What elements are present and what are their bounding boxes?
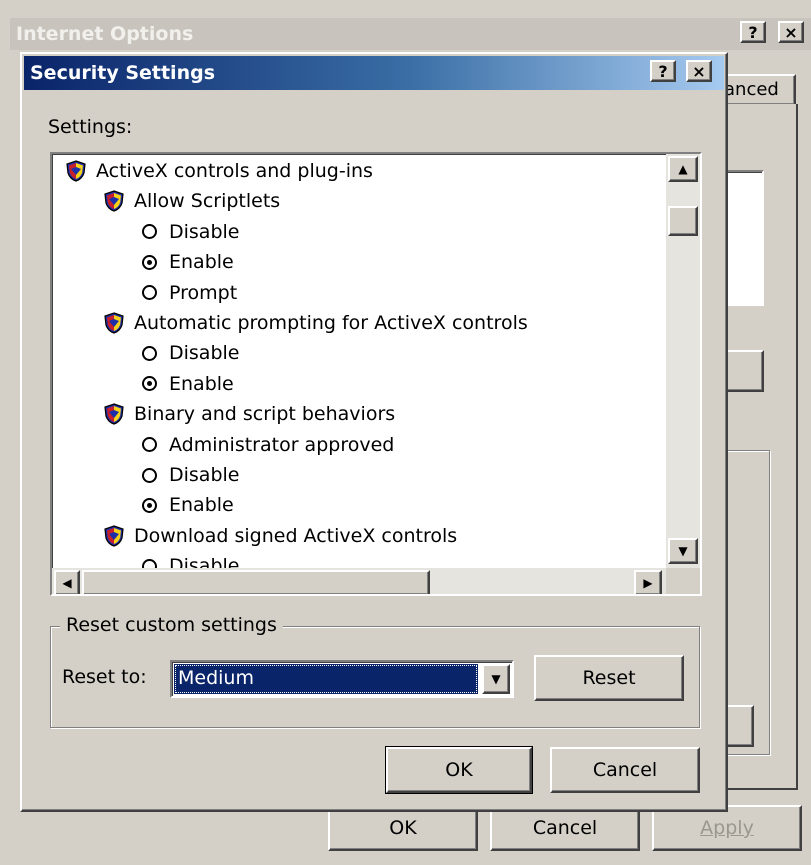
tree-item-label: Administrator approved (169, 433, 395, 456)
select-value: Medium (178, 667, 254, 689)
tree-item[interactable]: Allow Scriptlets (104, 186, 280, 216)
scroll-down-arrow[interactable]: ▼ (668, 538, 698, 564)
radio-option[interactable]: Disable (142, 338, 239, 368)
tree-item-label: Disable (169, 464, 240, 486)
tree-item[interactable]: ActiveX controls and plug-ins (66, 156, 373, 186)
security-shield-icon (104, 312, 124, 334)
chevron-down-icon: ▼ (491, 672, 501, 686)
dialog-help-button[interactable]: ? (650, 60, 676, 82)
vertical-scrollbar[interactable]: ▲ ▼ (666, 154, 700, 568)
radio-checked-icon[interactable] (142, 376, 157, 392)
security-shield-icon (66, 160, 86, 182)
radio-checked-icon[interactable] (142, 254, 157, 270)
tree-item-label: Disable (169, 555, 240, 568)
outer-help-button[interactable]: ? (740, 21, 766, 43)
tree-item-label: Disable (169, 342, 240, 365)
tree-item-label: Disable (169, 220, 240, 243)
dropdown-arrow-button[interactable]: ▼ (482, 664, 510, 694)
dialog-title-bar: Security Settings (24, 56, 724, 90)
security-shield-icon (104, 525, 124, 547)
reset-to-label: Reset to: (62, 666, 147, 688)
scrollbar-corner (666, 568, 700, 594)
dialog-close-button[interactable]: × (686, 60, 712, 82)
tree-item-label: Binary and script behaviors (134, 403, 396, 426)
tree-item[interactable]: Binary and script behaviors (104, 399, 395, 429)
reset-button[interactable]: Reset (534, 655, 684, 701)
dialog-title: Security Settings (30, 62, 216, 84)
radio-option[interactable]: Prompt (142, 278, 237, 308)
radio-unchecked-icon[interactable] (142, 345, 157, 361)
scroll-left-arrow[interactable]: ◀ (54, 570, 80, 594)
tree-item-label: Prompt (169, 281, 238, 304)
radio-option[interactable]: Enable (142, 247, 234, 277)
radio-option[interactable]: Enable (142, 490, 234, 520)
select-highlight: Medium (174, 664, 478, 694)
reset-group-legend: Reset custom settings (60, 614, 283, 636)
radio-unchecked-icon[interactable] (142, 437, 157, 453)
security-shield-icon (104, 403, 124, 425)
scroll-right-arrow[interactable]: ▶ (634, 570, 662, 594)
tree-item-label: Enable (169, 494, 234, 517)
security-settings-dialog: Security Settings ? × Settings: ActiveX … (20, 52, 728, 812)
outer-window-title: Internet Options (16, 23, 194, 45)
tree-item-label: Enable (169, 372, 234, 395)
radio-checked-icon[interactable] (142, 497, 157, 513)
settings-tree: ActiveX controls and plug-ins Allow Scrip… (52, 154, 666, 568)
tree-item-label: Enable (169, 251, 234, 274)
radio-unchecked-icon[interactable] (142, 224, 157, 240)
outer-title-bar: Internet Options (10, 18, 811, 50)
tree-item-label: Download signed ActiveX controls (134, 524, 458, 547)
tree-item-label: Allow Scriptlets (134, 190, 281, 213)
tree-item[interactable]: Automatic prompting for ActiveX controls (104, 308, 528, 338)
tree-item[interactable]: Download signed ActiveX controls (104, 521, 457, 551)
radio-unchecked-icon[interactable] (142, 558, 157, 568)
outer-close-button[interactable]: × (778, 21, 804, 43)
settings-label: Settings: (48, 116, 133, 138)
radio-option[interactable]: Disable (142, 460, 239, 490)
horizontal-scrollbar[interactable]: ◀ ▶ (52, 568, 666, 594)
radio-option[interactable]: Disable (142, 551, 239, 568)
radio-unchecked-icon[interactable] (142, 467, 157, 483)
radio-option[interactable]: Disable (142, 217, 239, 247)
radio-unchecked-icon[interactable] (142, 285, 157, 301)
dialog-ok-button[interactable]: OK (385, 746, 533, 794)
dialog-cancel-button[interactable]: Cancel (550, 747, 700, 793)
security-shield-icon (104, 190, 124, 213)
settings-tree-box[interactable]: ActiveX controls and plug-ins Allow Scrip… (50, 152, 702, 596)
tree-item-label: Automatic prompting for ActiveX controls (134, 312, 528, 334)
tab-advanced[interactable]: anced (718, 74, 796, 104)
reset-level-select[interactable]: Medium ▼ (170, 660, 514, 698)
scroll-up-arrow[interactable]: ▲ (668, 156, 698, 182)
vertical-scroll-thumb[interactable] (668, 206, 698, 236)
radio-option[interactable]: Administrator approved (142, 430, 394, 460)
radio-option[interactable]: Enable (142, 369, 234, 399)
horizontal-scroll-thumb[interactable] (82, 570, 430, 594)
tree-item-label: ActiveX controls and plug-ins (96, 160, 373, 182)
